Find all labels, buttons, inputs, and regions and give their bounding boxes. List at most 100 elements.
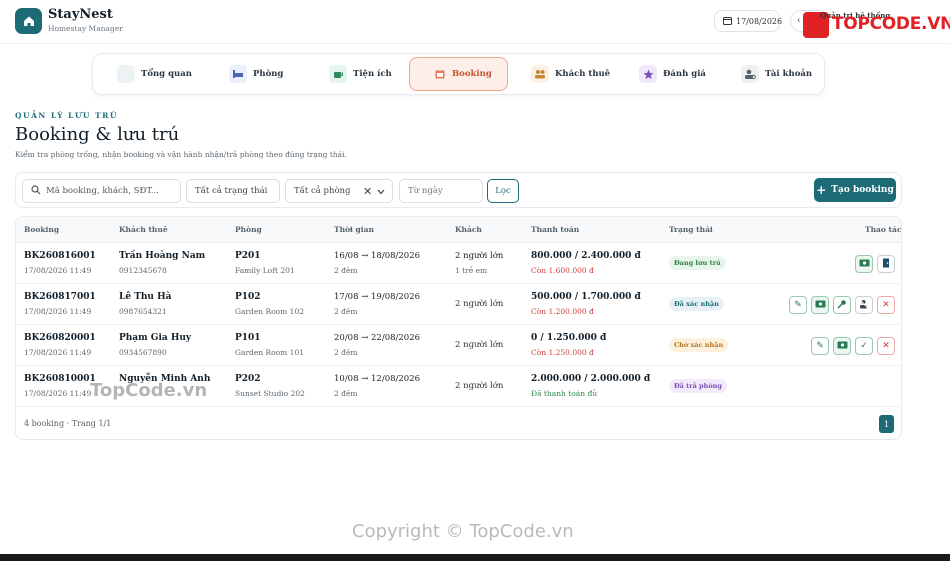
payment-note: Còn 1.250.000 đ [531,348,594,357]
nav-item-rooms[interactable]: Phòng [223,58,293,90]
row-actions: ✎ ✕ [789,296,895,314]
stay-nights: 2 đêm [334,307,358,316]
checkin-button[interactable] [833,296,851,314]
booking-code[interactable]: BK260816001 [24,251,96,261]
col-time: Thời gian [334,225,374,234]
filter-bar: Mã booking, khách, SĐT... Tất cả trạng t… [15,172,902,208]
table-row[interactable]: BK260816001 17/08/2026 11:49 Trần Hoàng … [16,243,901,284]
guest-count: 2 người lớn [455,251,504,261]
users-icon [531,65,549,83]
pencil-icon: ✎ [794,300,802,310]
guest-count: 2 người lớn [455,381,504,391]
guest-name: Phạm Gia Huy [119,333,192,343]
confirm-button[interactable]: ✓ [855,337,873,355]
home-logo-icon[interactable] [15,8,42,34]
room-code: P101 [235,333,261,343]
col-actions: Thao tác [865,225,902,234]
room-name: Garden Room 102 [235,307,304,316]
bed-icon [229,65,247,83]
room-select[interactable]: Tất cả phòng ✕ [285,179,393,203]
nav-item-reviews[interactable]: Đánh giá [633,58,713,90]
status-badge: Đã xác nhận [669,297,724,311]
date-from-input[interactable]: Từ ngày [399,179,483,203]
guest-name: Trần Hoàng Nam [119,251,206,261]
booking-code[interactable]: BK260810001 [24,374,96,384]
main-nav: Tổng quan Phòng Tiện ích Booking Khách t… [92,53,825,95]
stay-nights: 2 đêm [334,266,358,275]
table-row[interactable]: BK260820001 17/08/2026 11:49 Phạm Gia Hu… [16,325,901,366]
stay-time: 17/08 → 19/08/2026 [334,292,421,302]
nav-label: Tài khoản [765,69,813,79]
col-guests: Khách [455,225,482,234]
status-badge: Đã trả phòng [669,379,727,393]
table-row[interactable]: BK260817001 17/08/2026 11:49 Lê Thu Hà 0… [16,284,901,325]
chevron-left-icon: ‹ [797,16,801,26]
guest-phone: 0987654321 [119,307,167,316]
payment-amount: 0 / 1.250.000 đ [531,333,607,343]
cash-icon [859,259,870,270]
checkout-button[interactable] [877,255,895,273]
payment-button[interactable] [833,337,851,355]
room-select-value: Tất cả phòng [294,186,351,196]
kid-count: 1 trẻ em [455,266,488,275]
edit-button[interactable]: ✎ [789,296,807,314]
booking-code[interactable]: BK260817001 [24,292,96,302]
nav-item-booking[interactable]: Booking [409,57,508,91]
booking-created: 17/08/2026 11:49 [24,266,92,275]
no-show-button[interactable] [855,296,873,314]
user-gear-icon [741,65,759,83]
table-footer: 4 booking · Trang 1/1 [24,419,112,428]
date-chip[interactable]: 17/08/2026 [714,10,783,32]
copyright-watermark: Copyright © TopCode.vn [352,521,574,542]
nav-label: Tiện ích [353,69,392,79]
create-booking-button[interactable]: + Tạo booking [814,178,896,202]
room-code: P201 [235,251,261,261]
top-bar: StayNest Homestay Manager 17/08/2026 ‹ Q… [0,0,950,44]
clear-icon[interactable]: ✕ [363,185,372,198]
row-actions: ✎ ✓ ✕ [811,337,895,355]
booking-created: 17/08/2026 11:49 [24,389,92,398]
pencil-icon: ✎ [816,341,824,351]
status-select-value: Tất cả trạng thái [195,186,268,196]
create-booking-label: Tạo booking [831,185,894,195]
nav-item-guests[interactable]: Khách thuê [525,58,615,90]
search-icon [31,184,41,198]
search-input[interactable]: Mã booking, khách, SĐT... [22,179,181,203]
status-badge: Đang lưu trú [669,256,726,270]
calendar-icon [434,68,446,80]
nav-item-overview[interactable]: Tổng quan [111,58,201,90]
col-guest: Khách thuê [119,225,168,234]
room-name: Sunset Studio 202 [235,389,305,398]
plus-icon: + [816,183,827,197]
edit-button[interactable]: ✎ [811,337,829,355]
user-slash-icon [859,299,869,312]
guest-count: 2 người lớn [455,299,504,309]
payment-note: Còn 1.600.000 đ [531,266,594,275]
calendar-icon [723,16,732,27]
nav-label: Booking [452,69,492,79]
payment-amount: 800.000 / 2.400.000 đ [531,251,641,261]
status-select[interactable]: Tất cả trạng thái [186,179,280,203]
check-icon: ✓ [860,341,868,351]
key-icon [837,299,847,312]
current-date: 17/08/2026 [736,16,783,26]
payment-button[interactable] [811,296,829,314]
filter-button[interactable]: Lọc [487,179,519,203]
stay-time: 20/08 → 22/08/2026 [334,333,421,343]
booking-code[interactable]: BK260820001 [24,333,96,343]
chevron-down-icon[interactable] [377,188,385,198]
topcode-logo-text: TOPCODE.VN [832,14,950,34]
cancel-button[interactable]: ✕ [877,337,895,355]
bottom-bar [0,554,950,561]
cash-icon [815,300,826,311]
page-subtitle: Kiểm tra phòng trống, nhận booking và vậ… [15,150,347,159]
payment-button[interactable] [855,255,873,273]
page-kicker: QUẢN LÝ LƯU TRÚ [15,111,118,120]
page-button[interactable]: 1 [879,415,894,433]
nav-item-amenities[interactable]: Tiện ích [323,58,403,90]
guest-name: Lê Thu Hà [119,292,172,302]
door-icon [882,258,891,271]
guest-phone: 0934567890 [119,348,167,357]
cancel-button[interactable]: ✕ [877,296,895,314]
nav-item-account[interactable]: Tài khoản [735,58,815,90]
